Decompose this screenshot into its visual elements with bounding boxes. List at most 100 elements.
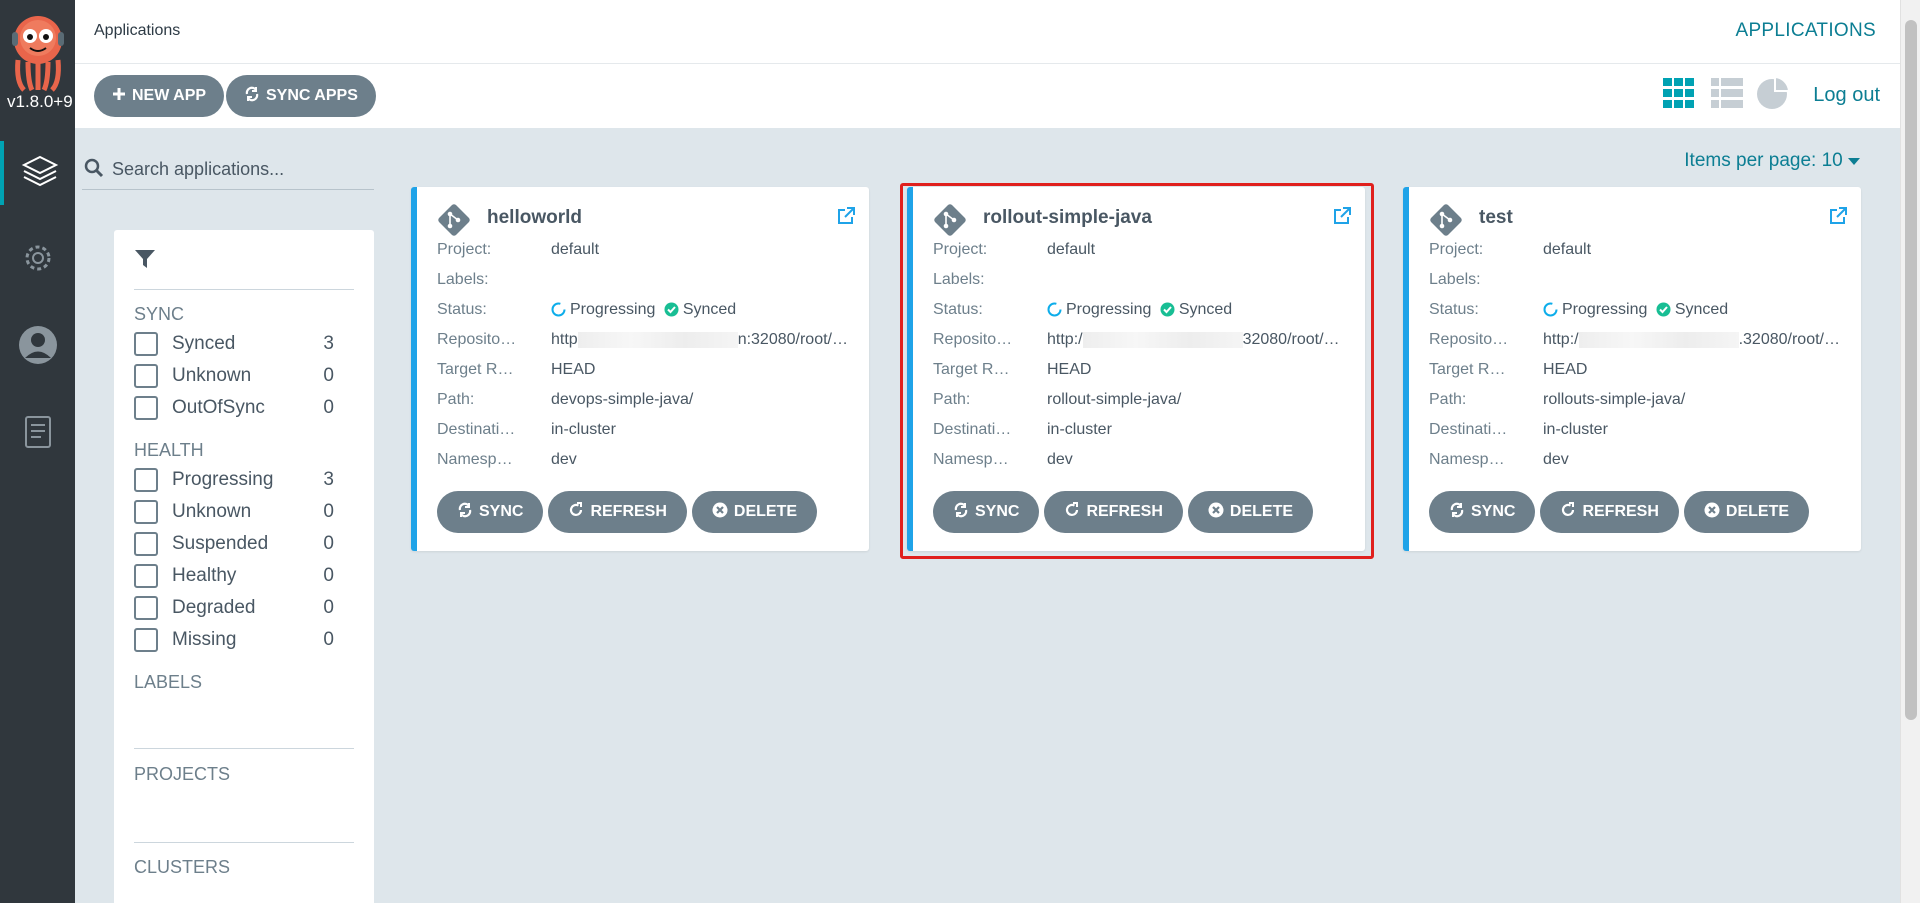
external-link-icon[interactable] <box>1829 207 1847 230</box>
path-value: rollouts-simple-java/ <box>1543 391 1686 408</box>
nav-user-info[interactable] <box>0 315 75 379</box>
filters-panel: SYNC Synced 3 Unknown 0 OutOfSync 0 HEALTH … <box>114 230 374 903</box>
filter-count: 3 <box>323 333 334 354</box>
filter-sync-synced[interactable]: Synced 3 <box>134 330 334 358</box>
gear-icon <box>20 240 56 281</box>
labels-row: Labels: <box>437 271 857 295</box>
delete-label: DELETE <box>1725 503 1790 520</box>
sync-apps-button[interactable]: SYNC APPS <box>226 75 376 117</box>
left-nav: v1.8.0+9 <box>0 0 75 903</box>
layers-icon <box>20 151 60 196</box>
repo-suffix: .32080/root/… <box>1738 331 1840 348</box>
labels-filter-title: LABELS <box>134 672 203 692</box>
filter-sync-unknown[interactable]: Unknown 0 <box>134 362 334 390</box>
delete-button[interactable]: DELETE <box>1683 491 1810 533</box>
sync-label: SYNC <box>479 503 524 520</box>
git-icon <box>1429 203 1463 242</box>
filter-health-missing[interactable]: Missing 0 <box>134 626 334 654</box>
checkbox[interactable] <box>134 564 158 588</box>
filter-health-healthy[interactable]: Healthy 0 <box>134 562 334 590</box>
application-card-test[interactable]: test Project: default Labels: Status: Pro… <box>1403 187 1861 551</box>
checkbox[interactable] <box>134 500 158 524</box>
tiles-view-icon[interactable] <box>1663 78 1695 113</box>
page-scrollbar[interactable] <box>1900 0 1920 903</box>
field-label: Namesp… <box>437 451 513 468</box>
list-view-icon[interactable] <box>1711 78 1743 113</box>
field-label: Reposito… <box>437 331 517 348</box>
filter-health-unknown[interactable]: Unknown 0 <box>134 498 334 526</box>
refresh-button[interactable]: REFRESH <box>1540 491 1679 533</box>
breadcrumb: Applications <box>94 22 181 39</box>
checkbox[interactable] <box>134 468 158 492</box>
search-box <box>82 148 374 190</box>
filter-count: 0 <box>323 597 334 618</box>
repo-prefix: http <box>551 331 578 348</box>
progressing-icon <box>1543 302 1558 322</box>
external-link-icon[interactable] <box>837 207 855 230</box>
times-circle-icon <box>1704 502 1720 523</box>
checkbox[interactable] <box>134 628 158 652</box>
filter-label: Unknown <box>172 501 252 522</box>
field-label: Path: <box>1429 391 1467 408</box>
namespace-row: Namesp… dev <box>437 451 857 475</box>
sync-filter-title: SYNC <box>134 304 185 324</box>
path-row: Path: rollouts-simple-java/ <box>1429 391 1849 415</box>
sync-button[interactable]: SYNC <box>1429 491 1536 533</box>
search-input[interactable] <box>112 152 367 186</box>
pie-chart-view-icon[interactable] <box>1756 75 1791 115</box>
filter-label: Synced <box>172 333 236 354</box>
project-value: default <box>1543 241 1592 258</box>
filter-count: 0 <box>323 365 334 386</box>
checkbox[interactable] <box>134 596 158 620</box>
field-label: Project: <box>437 241 492 258</box>
app-name[interactable]: test <box>1479 207 1513 229</box>
progressing-icon <box>551 302 566 322</box>
checkbox[interactable] <box>134 332 158 356</box>
filter-label: Suspended <box>172 533 269 554</box>
nav-applications[interactable] <box>0 141 75 205</box>
repo-prefix: http:/ <box>1543 331 1579 348</box>
items-per-page-label: Items per page: 10 <box>1684 150 1843 171</box>
destination-row: Destinati… in-cluster <box>1429 421 1849 445</box>
app-name[interactable]: helloworld <box>487 207 582 229</box>
filter-count: 3 <box>323 469 334 490</box>
nav-documentation[interactable] <box>0 403 75 467</box>
filter-health-degraded[interactable]: Degraded 0 <box>134 594 334 622</box>
checkbox[interactable] <box>134 532 158 556</box>
items-per-page-dropdown[interactable]: Items per page: 10 <box>1684 150 1860 172</box>
sync-button[interactable]: SYNC <box>437 491 544 533</box>
nav-settings[interactable] <box>0 228 75 292</box>
field-label: Status: <box>437 301 487 318</box>
scrollbar-thumb[interactable] <box>1905 20 1917 720</box>
logout-link[interactable]: Log out <box>1813 84 1880 107</box>
field-label: Namesp… <box>1429 451 1505 468</box>
destination-row: Destinati… in-cluster <box>437 421 857 445</box>
field-label: Target R… <box>437 361 514 378</box>
filter-health-progressing[interactable]: Progressing 3 <box>134 466 334 494</box>
selected-card-highlight <box>900 183 1374 559</box>
repo-suffix: n:32080/root/… <box>737 331 848 348</box>
filter-health-suspended[interactable]: Suspended 0 <box>134 530 334 558</box>
filter-count: 0 <box>323 629 334 650</box>
divider <box>134 748 354 749</box>
target-value: HEAD <box>1543 361 1588 378</box>
status-value: Progressing Synced <box>551 301 857 322</box>
filter-sync-outofsync[interactable]: OutOfSync 0 <box>134 394 334 422</box>
path-value: devops-simple-java/ <box>551 391 694 408</box>
new-app-button[interactable]: NEW APP <box>94 75 225 117</box>
application-card-helloworld[interactable]: helloworld Project: default Labels: Statu… <box>411 187 869 551</box>
sync-apps-label: SYNC APPS <box>266 87 358 104</box>
status-row: Status: Progressing Synced <box>1429 301 1849 325</box>
filter-icon <box>134 248 156 275</box>
repository-value: http n:32080/root/… <box>551 331 857 349</box>
checkbox[interactable] <box>134 396 158 420</box>
argo-logo[interactable] <box>8 12 68 92</box>
destination-value: in-cluster <box>551 421 616 438</box>
delete-button[interactable]: DELETE <box>691 491 818 533</box>
refresh-button[interactable]: REFRESH <box>548 491 687 533</box>
redacted-block <box>577 331 738 348</box>
sync-icon <box>1449 502 1465 523</box>
field-label: Destinati… <box>437 421 516 438</box>
sync-icon <box>244 86 260 107</box>
checkbox[interactable] <box>134 364 158 388</box>
